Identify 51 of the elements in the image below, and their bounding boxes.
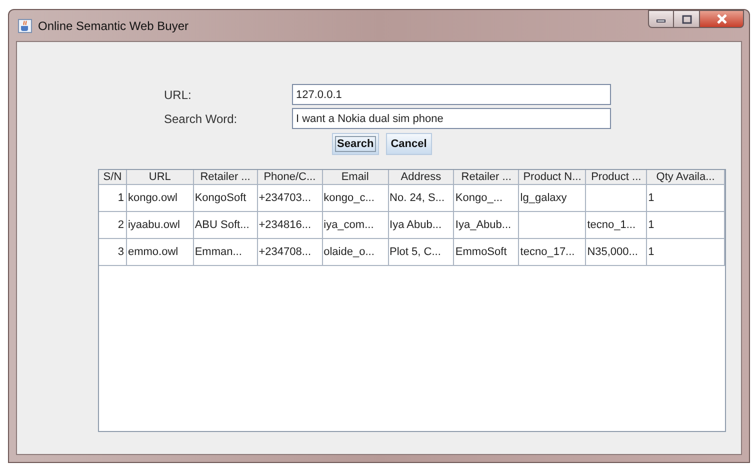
table-cell: kongo_c...: [324, 192, 374, 204]
table-cell: 3: [118, 246, 124, 258]
table-cell: +234816...: [258, 219, 312, 231]
column-header[interactable]: Address: [388, 170, 454, 184]
table-cell: iya_com...: [324, 219, 374, 231]
table-cell: +234703...: [258, 192, 312, 204]
cup-icon: [18, 18, 32, 32]
column-header[interactable]: Qty Availa...: [647, 170, 725, 184]
table-cell: Iya_Abub...: [455, 219, 512, 231]
column-header[interactable]: Product N...: [519, 170, 586, 184]
input-field[interactable]: 127.0.0.1: [292, 84, 611, 105]
column-header[interactable]: Email: [322, 170, 389, 184]
table-cell: Iya Abub...: [390, 219, 442, 231]
column-header[interactable]: Retailer ...: [194, 170, 258, 184]
input-field[interactable]: I want a Nokia dual sim phone: [292, 108, 611, 129]
dialog-button[interactable]: Cancel: [386, 133, 432, 155]
table-cell: Kongo_...: [455, 192, 502, 204]
column-header[interactable]: URL: [126, 170, 194, 184]
column-header[interactable]: S/N: [99, 170, 127, 184]
table-cell: N35,000...: [587, 246, 638, 258]
table-cell: No. 24, S...: [390, 192, 445, 204]
column-header[interactable]: Phone/C...: [258, 170, 323, 184]
maximize-button[interactable]: [674, 10, 700, 28]
maximize-icon: [682, 14, 692, 24]
dialog-button[interactable]: Search: [332, 133, 379, 155]
column-header[interactable]: Retailer ...: [454, 170, 520, 184]
table-cell: 1: [648, 192, 654, 204]
table-cell: 1: [648, 219, 654, 231]
column-header[interactable]: Product ...: [586, 170, 648, 184]
table-cell: 1: [118, 192, 124, 204]
minimize-button[interactable]: [648, 10, 674, 28]
table-cell: 1: [648, 246, 654, 258]
table-cell: +234708...: [258, 246, 312, 258]
table-cell: olaide_o...: [324, 246, 374, 258]
window-title: Online Semantic Web Buyer: [38, 18, 189, 32]
table-cell: ABU Soft...: [194, 219, 250, 231]
table-cell: tecno_1...: [587, 219, 636, 231]
field-label: URL:: [164, 88, 192, 102]
table-cell: tecno_17...: [520, 246, 575, 258]
table-cell: emmo.owl: [128, 246, 178, 258]
field-label: Search Word:: [164, 112, 238, 126]
table-cell: 2: [118, 219, 124, 231]
close-button[interactable]: [700, 10, 744, 28]
table-cell: Plot 5, C...: [390, 246, 441, 258]
table-cell: lg_galaxy: [520, 192, 567, 204]
table-cell: KongoSoft: [194, 192, 246, 204]
table-cell: kongo.owl: [128, 192, 178, 204]
table-cell: EmmoSoft: [455, 246, 507, 258]
table-cell: iyaabu.owl: [128, 219, 180, 231]
table-cell: Emman...: [194, 246, 242, 258]
close-icon: [716, 14, 728, 24]
